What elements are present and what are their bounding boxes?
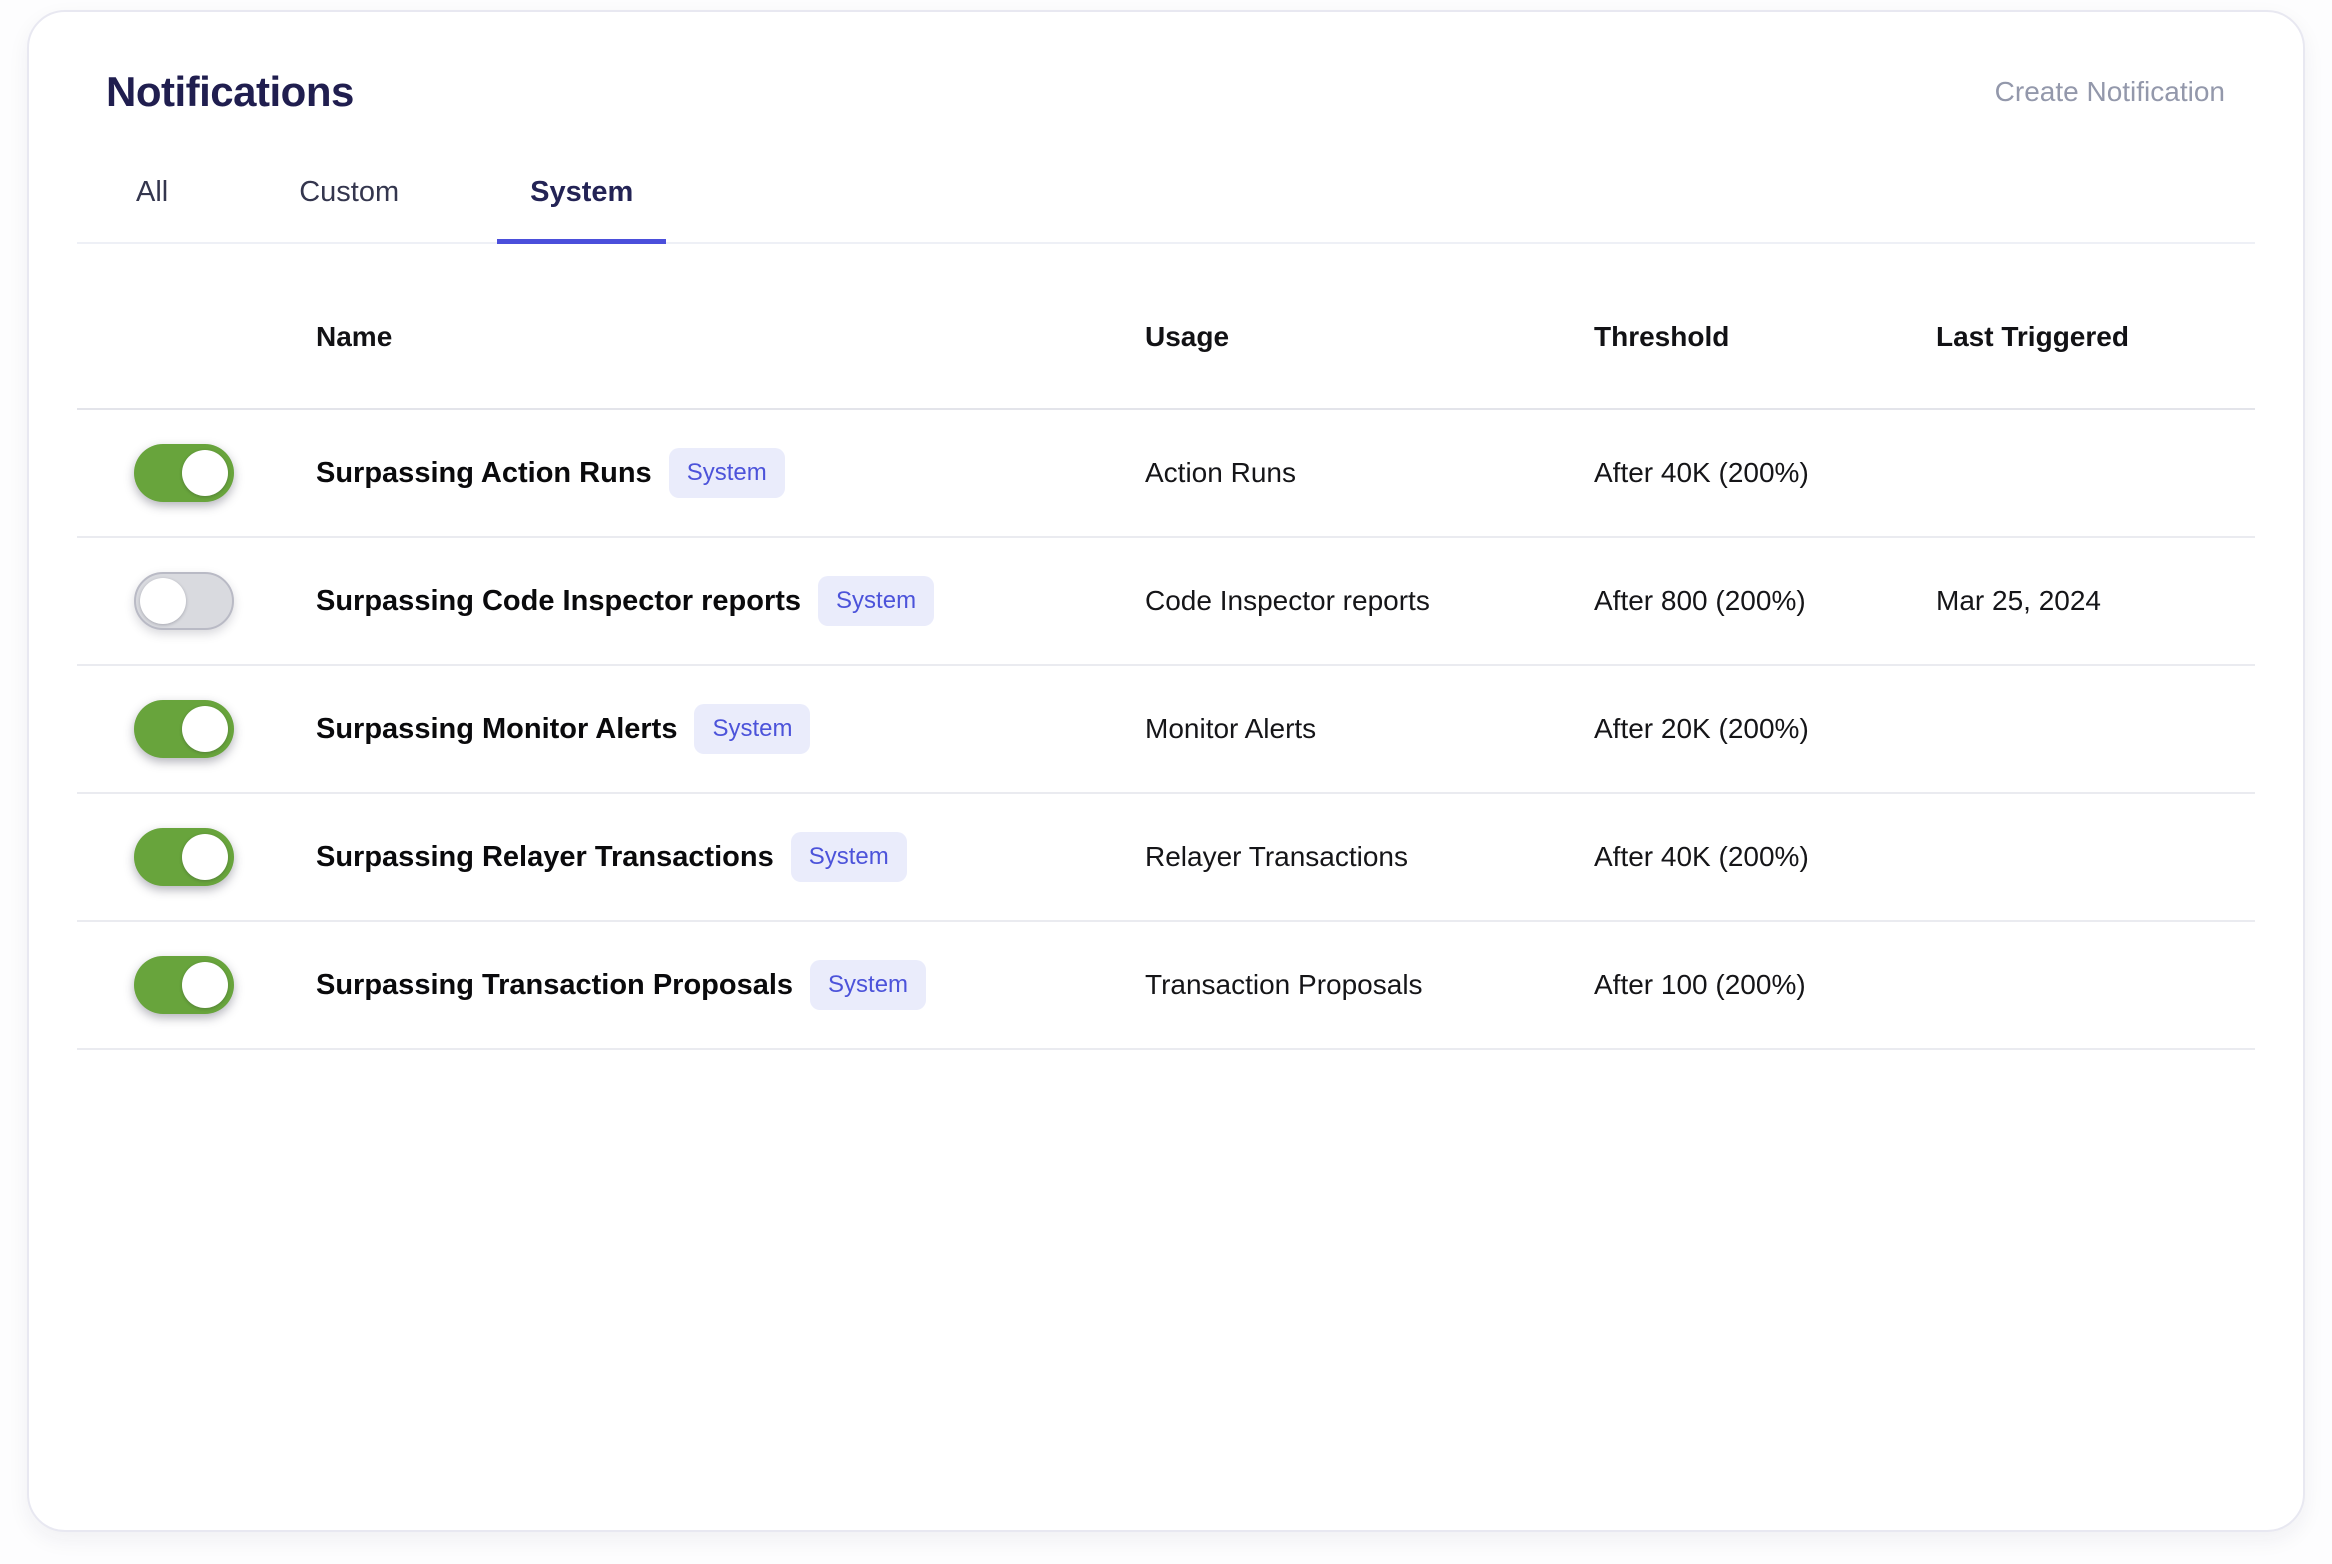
table-body: Surpassing Action Runs System Action Run…	[77, 410, 2255, 1050]
system-badge: System	[818, 576, 935, 626]
usage-cell: Code Inspector reports	[1145, 585, 1430, 616]
enable-toggle[interactable]	[134, 956, 234, 1014]
toggle-knob	[182, 834, 228, 880]
notification-name: Surpassing Code Inspector reports	[316, 584, 802, 617]
create-notification-button[interactable]: Create Notification	[1995, 76, 2225, 108]
tab-bar: All Custom System	[77, 176, 2255, 244]
usage-cell: Transaction Proposals	[1145, 969, 1423, 1000]
name-cell: Surpassing Monitor Alerts System	[316, 704, 1145, 754]
enable-toggle[interactable]	[134, 828, 234, 886]
enable-toggle[interactable]	[134, 572, 234, 630]
notification-name: Surpassing Relayer Transactions	[316, 840, 774, 873]
name-cell: Surpassing Transaction Proposals System	[316, 960, 1145, 1010]
toggle-cell	[106, 700, 316, 758]
threshold-cell: After 20K (200%)	[1594, 713, 1809, 744]
system-badge: System	[810, 960, 927, 1010]
usage-cell: Action Runs	[1145, 457, 1296, 488]
column-header-threshold: Threshold	[1594, 321, 1730, 352]
notification-name: Surpassing Transaction Proposals	[316, 968, 794, 1001]
table-row: Surpassing Relayer Transactions System R…	[77, 794, 2255, 922]
toggle-cell	[106, 444, 316, 502]
usage-cell: Relayer Transactions	[1145, 841, 1409, 872]
threshold-cell: After 800 (200%)	[1594, 585, 1806, 616]
toggle-cell	[106, 828, 316, 886]
system-badge: System	[694, 704, 811, 754]
toggle-knob	[182, 962, 228, 1008]
system-badge: System	[790, 832, 907, 882]
toggle-knob	[140, 578, 186, 624]
column-header-name: Name	[316, 321, 393, 352]
name-cell: Surpassing Code Inspector reports System	[316, 576, 1145, 626]
tab-custom[interactable]: Custom	[266, 176, 432, 242]
card-header: Notifications Create Notification	[77, 12, 2255, 116]
page-title: Notifications	[106, 68, 354, 115]
name-cell: Surpassing Relayer Transactions System	[316, 832, 1145, 882]
table-row: Surpassing Monitor Alerts System Monitor…	[77, 666, 2255, 794]
threshold-cell: After 100 (200%)	[1594, 969, 1806, 1000]
name-cell: Surpassing Action Runs System	[316, 448, 1145, 498]
notifications-card: Notifications Create Notification All Cu…	[27, 10, 2305, 1532]
threshold-cell: After 40K (200%)	[1594, 457, 1809, 488]
table-row: Surpassing Action Runs System Action Run…	[77, 410, 2255, 538]
enable-toggle[interactable]	[134, 700, 234, 758]
system-badge: System	[668, 448, 785, 498]
column-header-last-triggered: Last Triggered	[1936, 321, 2129, 352]
toggle-knob	[182, 450, 228, 496]
notification-name: Surpassing Action Runs	[316, 456, 652, 489]
table-row: Surpassing Transaction Proposals System …	[77, 922, 2255, 1050]
table-row: Surpassing Code Inspector reports System…	[77, 538, 2255, 666]
usage-cell: Monitor Alerts	[1145, 713, 1317, 744]
tab-system[interactable]: System	[497, 176, 667, 244]
column-header-usage: Usage	[1145, 321, 1230, 352]
tab-all[interactable]: All	[103, 176, 201, 242]
threshold-cell: After 40K (200%)	[1594, 841, 1809, 872]
enable-toggle[interactable]	[134, 444, 234, 502]
table-header-row: Name Usage Threshold Last Triggered	[77, 244, 2255, 410]
toggle-cell	[106, 956, 316, 1014]
last-triggered-cell: Mar 25, 2024	[1936, 585, 2101, 616]
toggle-cell	[106, 572, 316, 630]
notification-name: Surpassing Monitor Alerts	[316, 712, 678, 745]
toggle-knob	[182, 706, 228, 752]
